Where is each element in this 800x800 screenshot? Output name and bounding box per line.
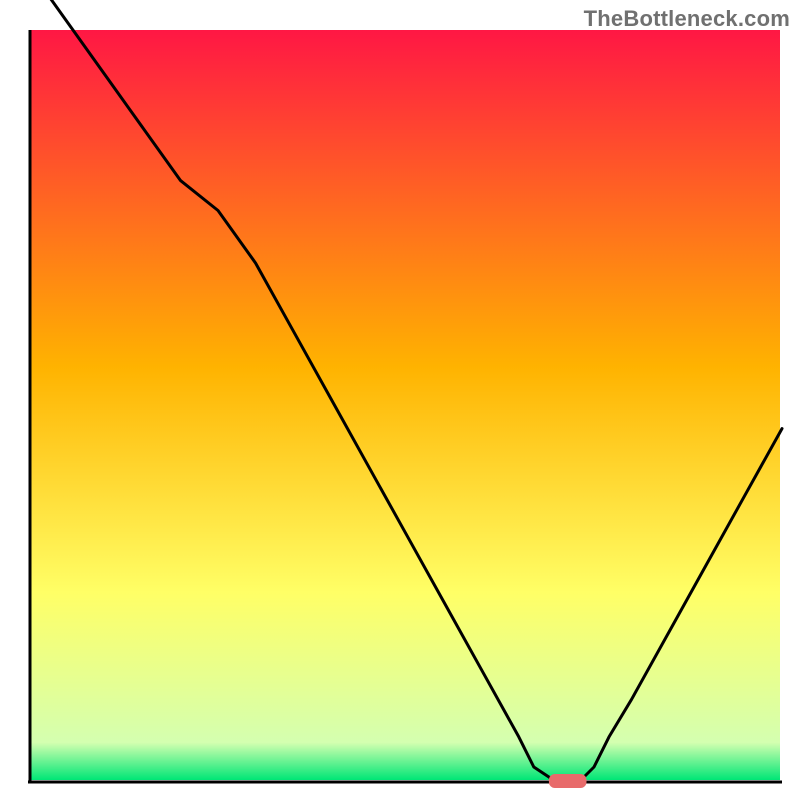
gradient-background <box>30 30 780 780</box>
bottleneck-chart: TheBottleneck.com <box>0 0 800 800</box>
chart-svg <box>0 0 800 800</box>
watermark-text: TheBottleneck.com <box>584 6 790 32</box>
optimal-marker <box>549 774 587 788</box>
